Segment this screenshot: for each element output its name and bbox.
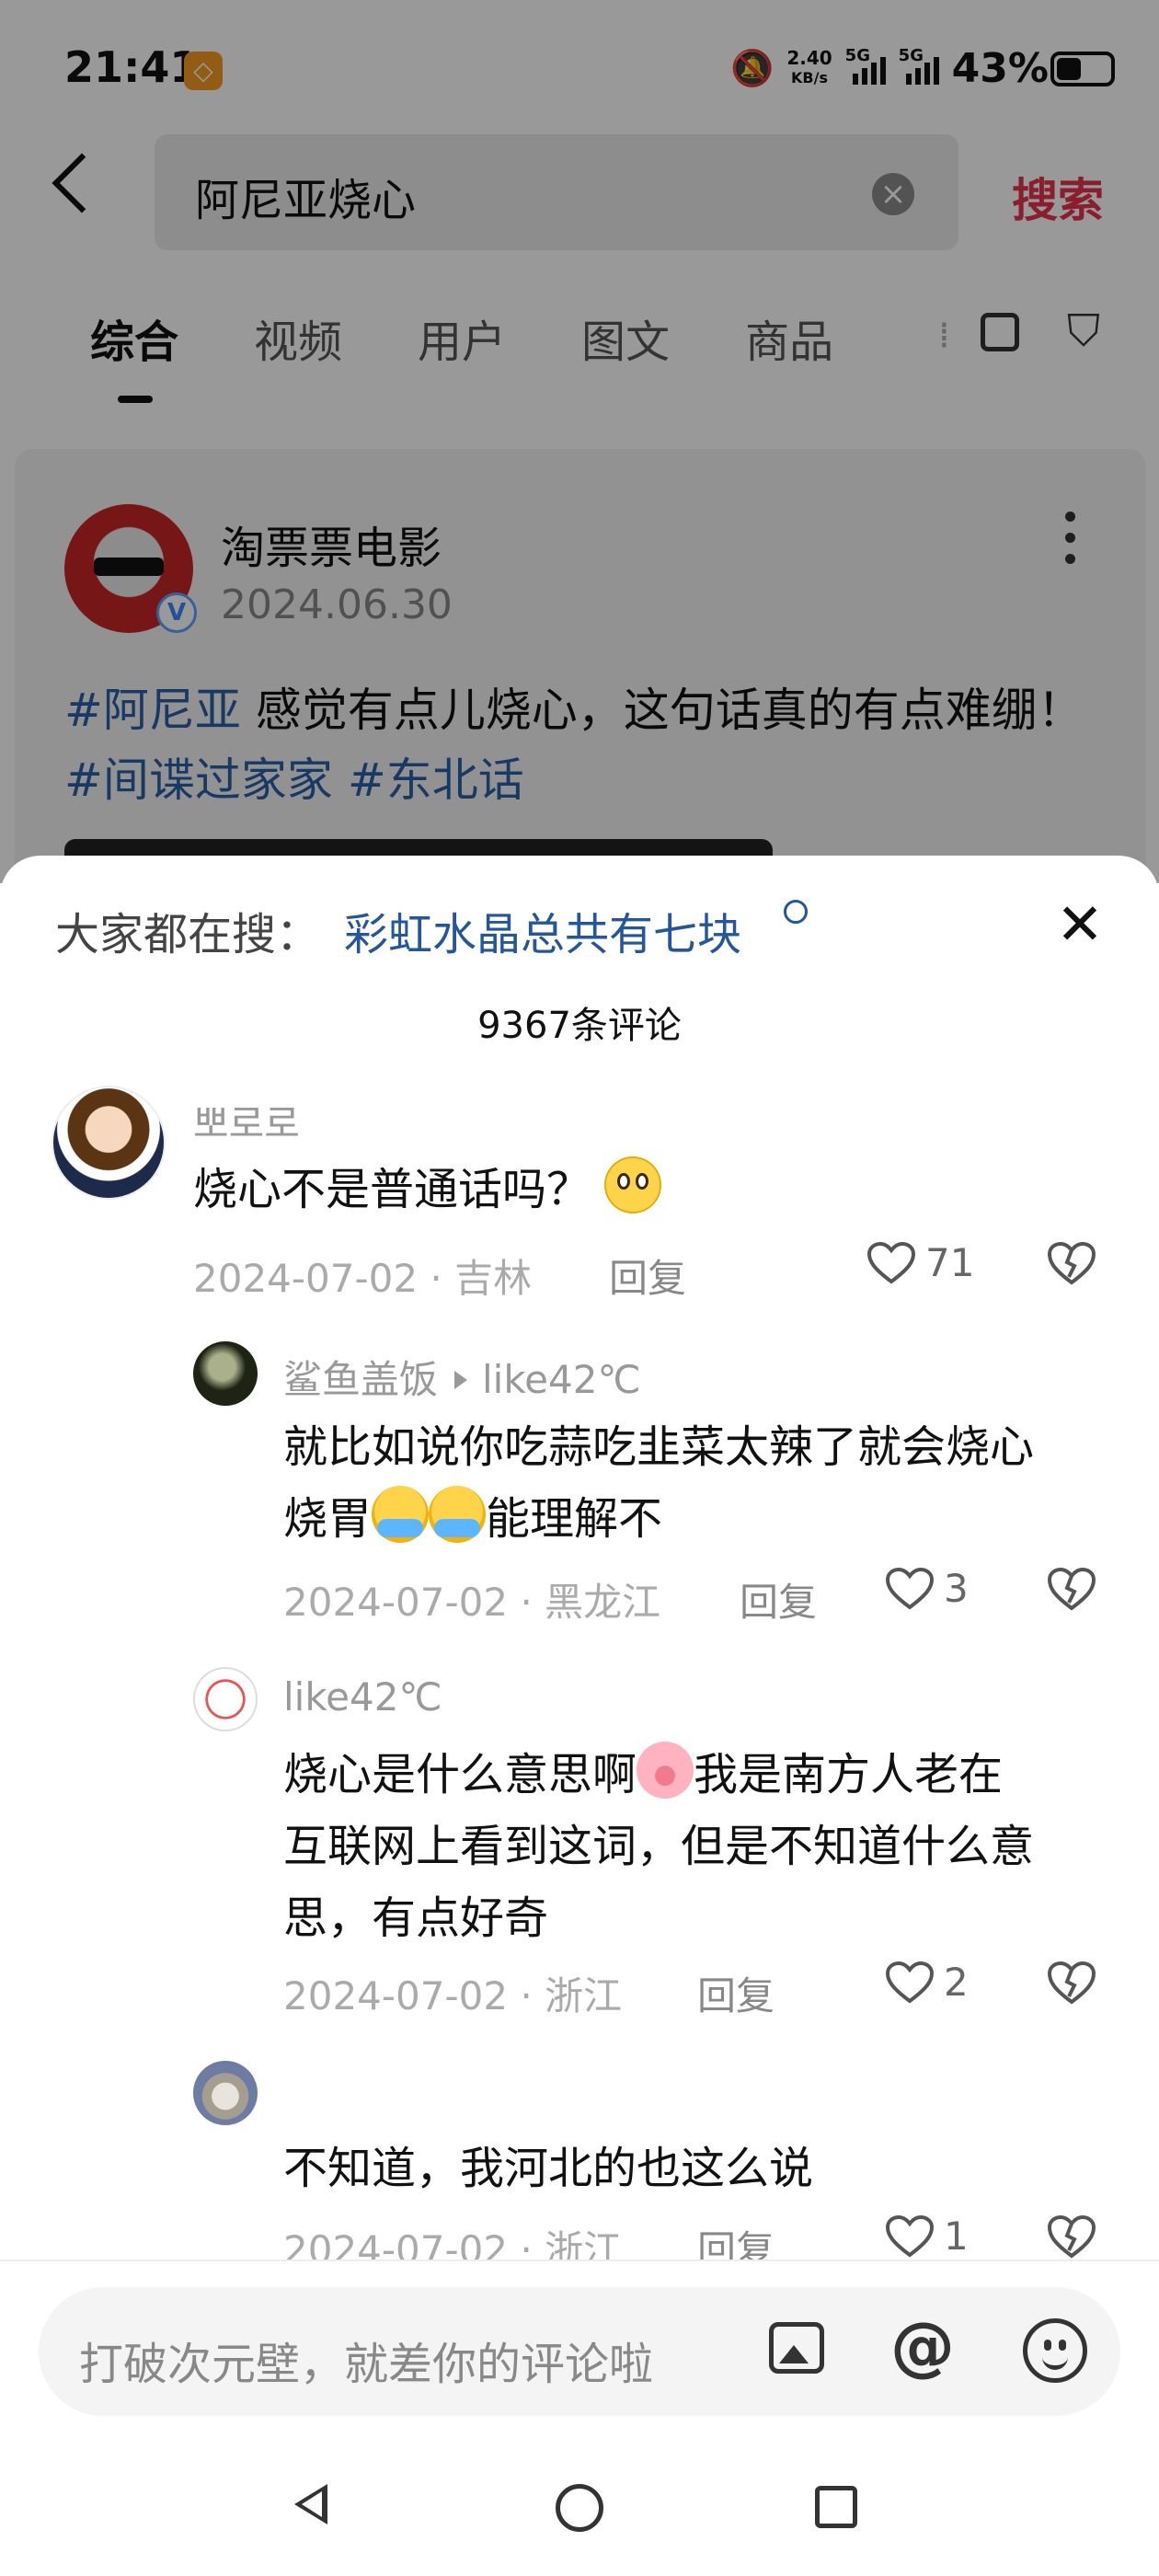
comment-text: 烧心是什么意思啊 我是南方人老在 互联网上看到这词，但是不知道什么意 思，有点好奇 bbox=[283, 1739, 1111, 1954]
comment-date: 2024-07-02 bbox=[283, 1580, 509, 1625]
comment-text-part: 烧心是什么意思啊 bbox=[283, 1749, 637, 1800]
like-count: 2 bbox=[944, 1960, 969, 2005]
like-count: 71 bbox=[925, 1240, 975, 1285]
image-icon[interactable] bbox=[769, 2322, 824, 2374]
comment-username[interactable]: 鲨鱼盖饭 bbox=[283, 1357, 438, 1402]
reply-button[interactable]: 回复 bbox=[697, 2219, 775, 2260]
comment-location: 吉林 bbox=[454, 1256, 533, 1301]
reply-to-username[interactable]: like42℃ bbox=[482, 1357, 641, 1402]
reply-button[interactable]: 回复 bbox=[609, 1248, 686, 1304]
reply-to-arrow-icon bbox=[454, 1370, 468, 1389]
comment-text-part: 思，有点好奇 bbox=[283, 1892, 549, 1944]
emoji-icon[interactable] bbox=[1023, 2318, 1087, 2383]
avatar[interactable] bbox=[52, 1086, 166, 1200]
nav-recent-icon[interactable] bbox=[815, 2486, 857, 2528]
comment-location: 黑龙江 bbox=[545, 1580, 661, 1625]
comment-text-part: 就比如说你吃蒜吃韭菜太辣了就会烧心 bbox=[283, 1421, 1035, 1473]
like-count: 3 bbox=[944, 1566, 969, 1611]
avatar[interactable] bbox=[193, 1667, 258, 1731]
comment-text: 烧心不是普通话吗？ bbox=[193, 1154, 662, 1225]
dislike-icon[interactable] bbox=[1047, 1960, 1096, 2006]
comment-count: 9367条评论 bbox=[477, 1005, 682, 1047]
dislike-icon[interactable] bbox=[1047, 2214, 1096, 2260]
comment-text: 就比如说你吃蒜吃韭菜太辣了就会烧心 烧胃 能理解不 bbox=[283, 1411, 1111, 1555]
like-button[interactable]: 2 bbox=[885, 1960, 969, 2005]
reply-header: 鲨鱼盖饭 like42℃ bbox=[283, 1349, 641, 1405]
comment-date: 2024-07-02 bbox=[193, 1256, 419, 1301]
comment-meta: 2024-07-02 · 浙江 bbox=[283, 2219, 622, 2260]
comment-text-part: 我是南方人老在 bbox=[694, 1749, 1004, 1800]
comment-meta: 2024-07-02 · 黑龙江 bbox=[283, 1580, 661, 1625]
comment-meta: 2024-07-02 · 吉林 bbox=[193, 1256, 533, 1301]
comment-text-part: 烧胃 bbox=[283, 1493, 373, 1545]
at-icon[interactable]: @ bbox=[890, 2309, 955, 2383]
comment-text-part: 烧心不是普通话吗？ bbox=[193, 1164, 591, 1215]
flushed-emoji-icon bbox=[604, 1156, 662, 1213]
search-icon bbox=[784, 900, 808, 924]
heart-icon bbox=[885, 1961, 935, 2005]
comment-username[interactable]: like42℃ bbox=[283, 1674, 442, 1719]
like-count: 1 bbox=[944, 2214, 969, 2259]
like-button[interactable]: 71 bbox=[866, 1240, 974, 1285]
comment-date: 2024-07-02 bbox=[283, 1973, 509, 2018]
crying-emoji-icon bbox=[372, 1486, 430, 1543]
divider bbox=[0, 2260, 1159, 2261]
dislike-icon[interactable] bbox=[1047, 1240, 1096, 1286]
heart-icon bbox=[885, 2214, 935, 2259]
comment-text: 不知道，我河北的也这么说 bbox=[283, 2143, 814, 2194]
reply-button[interactable]: 回复 bbox=[697, 1965, 775, 2021]
modal-overlay[interactable] bbox=[0, 0, 1159, 883]
comment-text-part: 互联网上看到这词，但是不知道什么意 bbox=[283, 1821, 1035, 1872]
trending-search-link[interactable]: 彩虹水晶总共有七块 bbox=[344, 898, 741, 962]
comment-date: 2024-07-02 bbox=[283, 2227, 509, 2260]
nav-back-icon[interactable] bbox=[294, 2484, 327, 2524]
avatar[interactable] bbox=[193, 1341, 258, 1406]
comment-row-clipped: 2024-07-02 · 浙江 回复 1 bbox=[0, 2208, 1159, 2260]
reply-button[interactable]: 回复 bbox=[740, 1571, 817, 1627]
trending-label: 大家都在搜： bbox=[55, 909, 321, 960]
comment-location: 浙江 bbox=[545, 2227, 623, 2260]
nav-home-icon[interactable] bbox=[556, 2484, 603, 2532]
like-button[interactable]: 1 bbox=[885, 2214, 969, 2259]
heart-icon bbox=[885, 1567, 935, 1611]
comment-meta: 2024-07-02 · 浙江 bbox=[283, 1973, 623, 2018]
crying-emoji-icon bbox=[429, 1486, 487, 1543]
avatar[interactable] bbox=[193, 2061, 258, 2125]
comment-input-placeholder[interactable]: 打破次元壁，就差你的评论啦 bbox=[79, 2328, 653, 2392]
comment-text-part: 能理解不 bbox=[486, 1493, 663, 1545]
close-icon[interactable]: ✕ bbox=[1056, 896, 1104, 953]
comment-username[interactable]: 뽀로로 bbox=[193, 1093, 300, 1149]
dislike-icon[interactable] bbox=[1047, 1566, 1096, 1612]
heart-icon bbox=[866, 1241, 916, 1285]
pig-emoji-icon bbox=[637, 1742, 694, 1799]
like-button[interactable]: 3 bbox=[885, 1566, 969, 1611]
comment-location: 浙江 bbox=[545, 1973, 623, 2018]
